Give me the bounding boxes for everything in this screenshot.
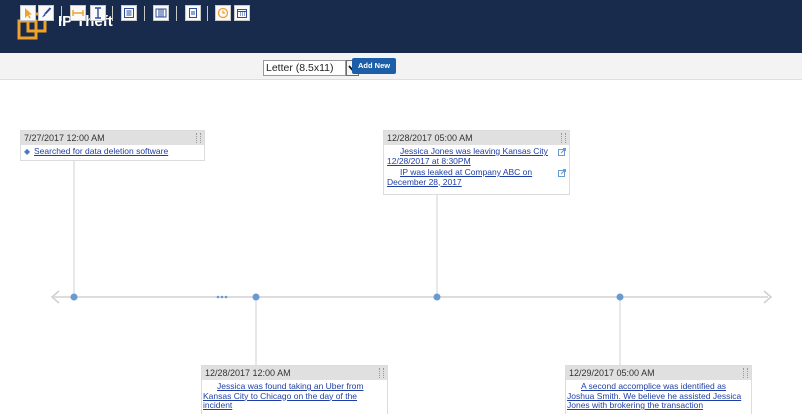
ellipsis-dot [216, 295, 220, 299]
list-view-button[interactable] [121, 5, 137, 21]
external-link-icon[interactable] [558, 169, 566, 177]
timeline-dot [433, 293, 441, 301]
list-view-icon [124, 8, 134, 18]
toolbar-divider [61, 6, 62, 21]
brush-icon [42, 7, 52, 18]
horizontal-spacing-icon [72, 10, 84, 16]
time-button[interactable] [215, 5, 231, 21]
horizontal-spacing-button[interactable] [70, 5, 86, 21]
toolbar-divider [112, 6, 113, 21]
event-date: 12/28/2017 05:00 AM [384, 131, 569, 145]
event-card[interactable]: 7/27/2017 12:00 AM ◆ Searched for data d… [20, 130, 205, 161]
event-card[interactable]: 12/29/2017 05:00 AM A second accomplice … [565, 365, 752, 414]
drag-handle-icon[interactable] [561, 133, 566, 143]
toolbar-divider [176, 6, 177, 21]
event-entry-link[interactable]: Jessica Jones was leaving Kansas City 12… [384, 145, 569, 166]
drag-handle-icon[interactable] [196, 133, 201, 143]
external-link-icon[interactable] [558, 148, 566, 156]
event-entry-link[interactable]: ◆ Searched for data deletion software [21, 146, 204, 157]
event-date: 7/27/2017 12:00 AM [21, 131, 204, 145]
event-entry-link[interactable]: A second accomplice was identified as Jo… [566, 380, 751, 411]
export-button[interactable] [185, 5, 201, 21]
event-card[interactable]: 12/28/2017 05:00 AM Jessica Jones was le… [383, 130, 570, 195]
timeline-dot [252, 293, 260, 301]
document-icon [189, 8, 197, 18]
ellipsis-dot [220, 295, 224, 299]
event-card[interactable]: 12/28/2017 12:00 AM Jessica was found ta… [201, 365, 388, 414]
timeline-dot [70, 293, 78, 301]
timeline-left-arrow-icon [50, 290, 60, 304]
calendar-button[interactable] [234, 5, 250, 21]
diamond-icon: ◆ [24, 147, 31, 156]
event-date: 12/28/2017 12:00 AM [202, 366, 387, 380]
format-tool-button[interactable] [38, 5, 54, 21]
grid-view-icon [155, 8, 167, 18]
toolbar-divider [144, 6, 145, 21]
vertical-spacing-button[interactable] [90, 5, 106, 21]
select-tool-button[interactable] [20, 5, 36, 21]
timeline-dot [616, 293, 624, 301]
event-entry-link[interactable]: IP was leaked at Company ABC on December… [384, 166, 569, 187]
calendar-icon [237, 9, 247, 18]
toolbar-divider [207, 6, 208, 21]
drag-handle-icon[interactable] [379, 368, 384, 378]
clock-icon [217, 7, 229, 19]
event-date: 12/29/2017 05:00 AM [566, 366, 751, 380]
grid-view-button[interactable] [153, 5, 169, 21]
add-new-button[interactable]: Add New [352, 58, 397, 74]
page-size-select[interactable]: Letter (8.5x11) [263, 60, 346, 76]
cursor-icon [25, 8, 32, 19]
event-entry-link[interactable]: Jessica was found taking an Uber from Ka… [202, 380, 387, 411]
vertical-spacing-icon [95, 7, 101, 19]
drag-handle-icon[interactable] [743, 368, 748, 378]
toolbar [0, 53, 802, 80]
timeline-right-arrow-icon [763, 290, 773, 304]
ellipsis-dot [224, 295, 228, 299]
